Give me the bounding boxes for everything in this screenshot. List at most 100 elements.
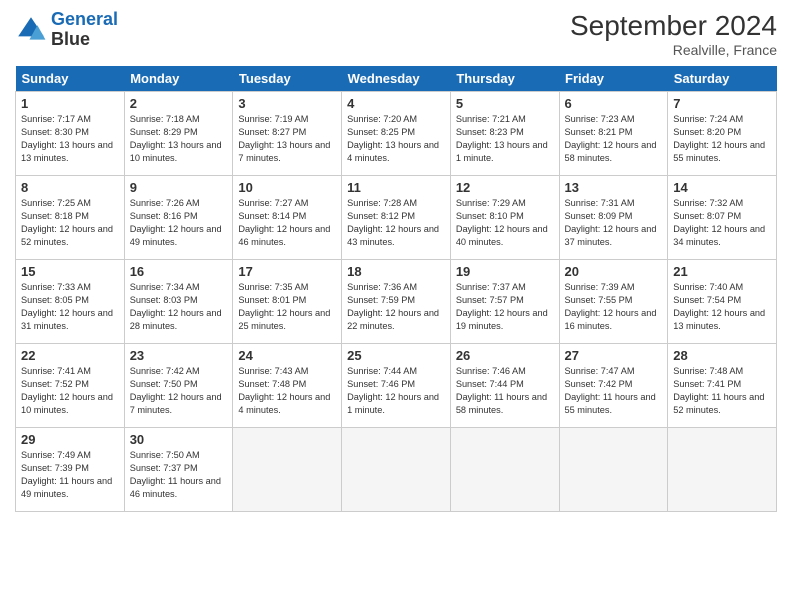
day-number: 4 bbox=[347, 96, 445, 111]
day-header-saturday: Saturday bbox=[668, 66, 777, 92]
day-number: 6 bbox=[565, 96, 663, 111]
day-number: 3 bbox=[238, 96, 336, 111]
day-header-tuesday: Tuesday bbox=[233, 66, 342, 92]
day-number: 26 bbox=[456, 348, 554, 363]
day-info: Sunrise: 7:21 AMSunset: 8:23 PMDaylight:… bbox=[456, 113, 554, 165]
day-info: Sunrise: 7:49 AMSunset: 7:39 PMDaylight:… bbox=[21, 449, 119, 501]
day-cell-18: 18 Sunrise: 7:36 AMSunset: 7:59 PMDayligh… bbox=[342, 260, 451, 344]
day-number: 29 bbox=[21, 432, 119, 447]
empty-cell bbox=[559, 428, 668, 512]
day-cell-9: 9 Sunrise: 7:26 AMSunset: 8:16 PMDaylight… bbox=[124, 176, 233, 260]
day-number: 2 bbox=[130, 96, 228, 111]
day-cell-29: 29 Sunrise: 7:49 AMSunset: 7:39 PMDayligh… bbox=[16, 428, 125, 512]
day-number: 12 bbox=[456, 180, 554, 195]
day-info: Sunrise: 7:34 AMSunset: 8:03 PMDaylight:… bbox=[130, 281, 228, 333]
day-info: Sunrise: 7:41 AMSunset: 7:52 PMDaylight:… bbox=[21, 365, 119, 417]
day-info: Sunrise: 7:18 AMSunset: 8:29 PMDaylight:… bbox=[130, 113, 228, 165]
day-cell-30: 30Sunrise: 7:50 AMSunset: 7:37 PMDayligh… bbox=[124, 428, 233, 512]
day-number: 17 bbox=[238, 264, 336, 279]
day-cell-12: 12 Sunrise: 7:29 AMSunset: 8:10 PMDayligh… bbox=[450, 176, 559, 260]
day-header-friday: Friday bbox=[559, 66, 668, 92]
day-cell-16: 16 Sunrise: 7:34 AMSunset: 8:03 PMDayligh… bbox=[124, 260, 233, 344]
month-title: September 2024 bbox=[570, 10, 777, 42]
day-cell-17: 17Sunrise: 7:35 AMSunset: 8:01 PMDayligh… bbox=[233, 260, 342, 344]
day-number: 11 bbox=[347, 180, 445, 195]
day-cell-15: 15 Sunrise: 7:33 AMSunset: 8:05 PMDayligh… bbox=[16, 260, 125, 344]
day-info: Sunrise: 7:32 AMSunset: 8:07 PMDaylight:… bbox=[673, 197, 771, 249]
day-number: 13 bbox=[565, 180, 663, 195]
day-cell-19: 19Sunrise: 7:37 AMSunset: 7:57 PMDayligh… bbox=[450, 260, 559, 344]
day-number: 22 bbox=[21, 348, 119, 363]
day-info: Sunrise: 7:17 AMSunset: 8:30 PMDaylight:… bbox=[21, 113, 119, 165]
day-cell-10: 10Sunrise: 7:27 AMSunset: 8:14 PMDayligh… bbox=[233, 176, 342, 260]
day-number: 30 bbox=[130, 432, 228, 447]
day-cell-28: 28Sunrise: 7:48 AMSunset: 7:41 PMDayligh… bbox=[668, 344, 777, 428]
title-block: September 2024 Realville, France bbox=[570, 10, 777, 58]
day-info: Sunrise: 7:20 AMSunset: 8:25 PMDaylight:… bbox=[347, 113, 445, 165]
day-cell-7: 7 Sunrise: 7:24 AMSunset: 8:20 PMDaylight… bbox=[668, 92, 777, 176]
day-header-monday: Monday bbox=[124, 66, 233, 92]
day-info: Sunrise: 7:19 AMSunset: 8:27 PMDaylight:… bbox=[238, 113, 336, 165]
logo: General Blue bbox=[15, 10, 118, 50]
day-header-thursday: Thursday bbox=[450, 66, 559, 92]
day-cell-3: 3 Sunrise: 7:19 AMSunset: 8:27 PMDaylight… bbox=[233, 92, 342, 176]
day-cell-11: 11 Sunrise: 7:28 AMSunset: 8:12 PMDayligh… bbox=[342, 176, 451, 260]
day-header-sunday: Sunday bbox=[16, 66, 125, 92]
day-info: Sunrise: 7:29 AMSunset: 8:10 PMDaylight:… bbox=[456, 197, 554, 249]
day-info: Sunrise: 7:33 AMSunset: 8:05 PMDaylight:… bbox=[21, 281, 119, 333]
day-info: Sunrise: 7:31 AMSunset: 8:09 PMDaylight:… bbox=[565, 197, 663, 249]
day-info: Sunrise: 7:25 AMSunset: 8:18 PMDaylight:… bbox=[21, 197, 119, 249]
empty-cell bbox=[450, 428, 559, 512]
day-info: Sunrise: 7:39 AMSunset: 7:55 PMDaylight:… bbox=[565, 281, 663, 333]
day-number: 27 bbox=[565, 348, 663, 363]
day-number: 24 bbox=[238, 348, 336, 363]
day-number: 15 bbox=[21, 264, 119, 279]
day-cell-2: 2 Sunrise: 7:18 AMSunset: 8:29 PMDaylight… bbox=[124, 92, 233, 176]
day-number: 1 bbox=[21, 96, 119, 111]
day-number: 8 bbox=[21, 180, 119, 195]
day-info: Sunrise: 7:47 AMSunset: 7:42 PMDaylight:… bbox=[565, 365, 663, 417]
day-number: 25 bbox=[347, 348, 445, 363]
day-cell-24: 24 Sunrise: 7:43 AMSunset: 7:48 PMDayligh… bbox=[233, 344, 342, 428]
day-info: Sunrise: 7:24 AMSunset: 8:20 PMDaylight:… bbox=[673, 113, 771, 165]
day-info: Sunrise: 7:46 AMSunset: 7:44 PMDaylight:… bbox=[456, 365, 554, 417]
day-cell-14: 14 Sunrise: 7:32 AMSunset: 8:07 PMDayligh… bbox=[668, 176, 777, 260]
day-header-wednesday: Wednesday bbox=[342, 66, 451, 92]
day-info: Sunrise: 7:28 AMSunset: 8:12 PMDaylight:… bbox=[347, 197, 445, 249]
day-cell-6: 6 Sunrise: 7:23 AMSunset: 8:21 PMDaylight… bbox=[559, 92, 668, 176]
location: Realville, France bbox=[570, 42, 777, 58]
day-cell-23: 23Sunrise: 7:42 AMSunset: 7:50 PMDayligh… bbox=[124, 344, 233, 428]
calendar-header-row: SundayMondayTuesdayWednesdayThursdayFrid… bbox=[16, 66, 777, 92]
day-cell-20: 20Sunrise: 7:39 AMSunset: 7:55 PMDayligh… bbox=[559, 260, 668, 344]
calendar-body: 1 Sunrise: 7:17 AMSunset: 8:30 PMDaylight… bbox=[16, 92, 777, 512]
empty-cell bbox=[342, 428, 451, 512]
day-info: Sunrise: 7:48 AMSunset: 7:41 PMDaylight:… bbox=[673, 365, 771, 417]
day-info: Sunrise: 7:26 AMSunset: 8:16 PMDaylight:… bbox=[130, 197, 228, 249]
day-cell-25: 25 Sunrise: 7:44 AMSunset: 7:46 PMDayligh… bbox=[342, 344, 451, 428]
week-row-3: 22 Sunrise: 7:41 AMSunset: 7:52 PMDayligh… bbox=[16, 344, 777, 428]
week-row-1: 8 Sunrise: 7:25 AMSunset: 8:18 PMDaylight… bbox=[16, 176, 777, 260]
day-number: 10 bbox=[238, 180, 336, 195]
logo-text: General Blue bbox=[51, 10, 118, 50]
day-info: Sunrise: 7:23 AMSunset: 8:21 PMDaylight:… bbox=[565, 113, 663, 165]
day-number: 7 bbox=[673, 96, 771, 111]
day-info: Sunrise: 7:42 AMSunset: 7:50 PMDaylight:… bbox=[130, 365, 228, 417]
week-row-4: 29 Sunrise: 7:49 AMSunset: 7:39 PMDayligh… bbox=[16, 428, 777, 512]
day-cell-21: 21Sunrise: 7:40 AMSunset: 7:54 PMDayligh… bbox=[668, 260, 777, 344]
day-cell-13: 13 Sunrise: 7:31 AMSunset: 8:09 PMDayligh… bbox=[559, 176, 668, 260]
week-row-0: 1 Sunrise: 7:17 AMSunset: 8:30 PMDaylight… bbox=[16, 92, 777, 176]
day-info: Sunrise: 7:36 AMSunset: 7:59 PMDaylight:… bbox=[347, 281, 445, 333]
day-cell-5: 5 Sunrise: 7:21 AMSunset: 8:23 PMDaylight… bbox=[450, 92, 559, 176]
day-number: 14 bbox=[673, 180, 771, 195]
day-info: Sunrise: 7:44 AMSunset: 7:46 PMDaylight:… bbox=[347, 365, 445, 417]
day-number: 18 bbox=[347, 264, 445, 279]
day-number: 16 bbox=[130, 264, 228, 279]
week-row-2: 15 Sunrise: 7:33 AMSunset: 8:05 PMDayligh… bbox=[16, 260, 777, 344]
day-info: Sunrise: 7:43 AMSunset: 7:48 PMDaylight:… bbox=[238, 365, 336, 417]
day-cell-1: 1 Sunrise: 7:17 AMSunset: 8:30 PMDaylight… bbox=[16, 92, 125, 176]
day-number: 21 bbox=[673, 264, 771, 279]
page-header: General Blue September 2024 Realville, F… bbox=[15, 10, 777, 58]
day-number: 9 bbox=[130, 180, 228, 195]
day-cell-26: 26 Sunrise: 7:46 AMSunset: 7:44 PMDayligh… bbox=[450, 344, 559, 428]
day-number: 5 bbox=[456, 96, 554, 111]
